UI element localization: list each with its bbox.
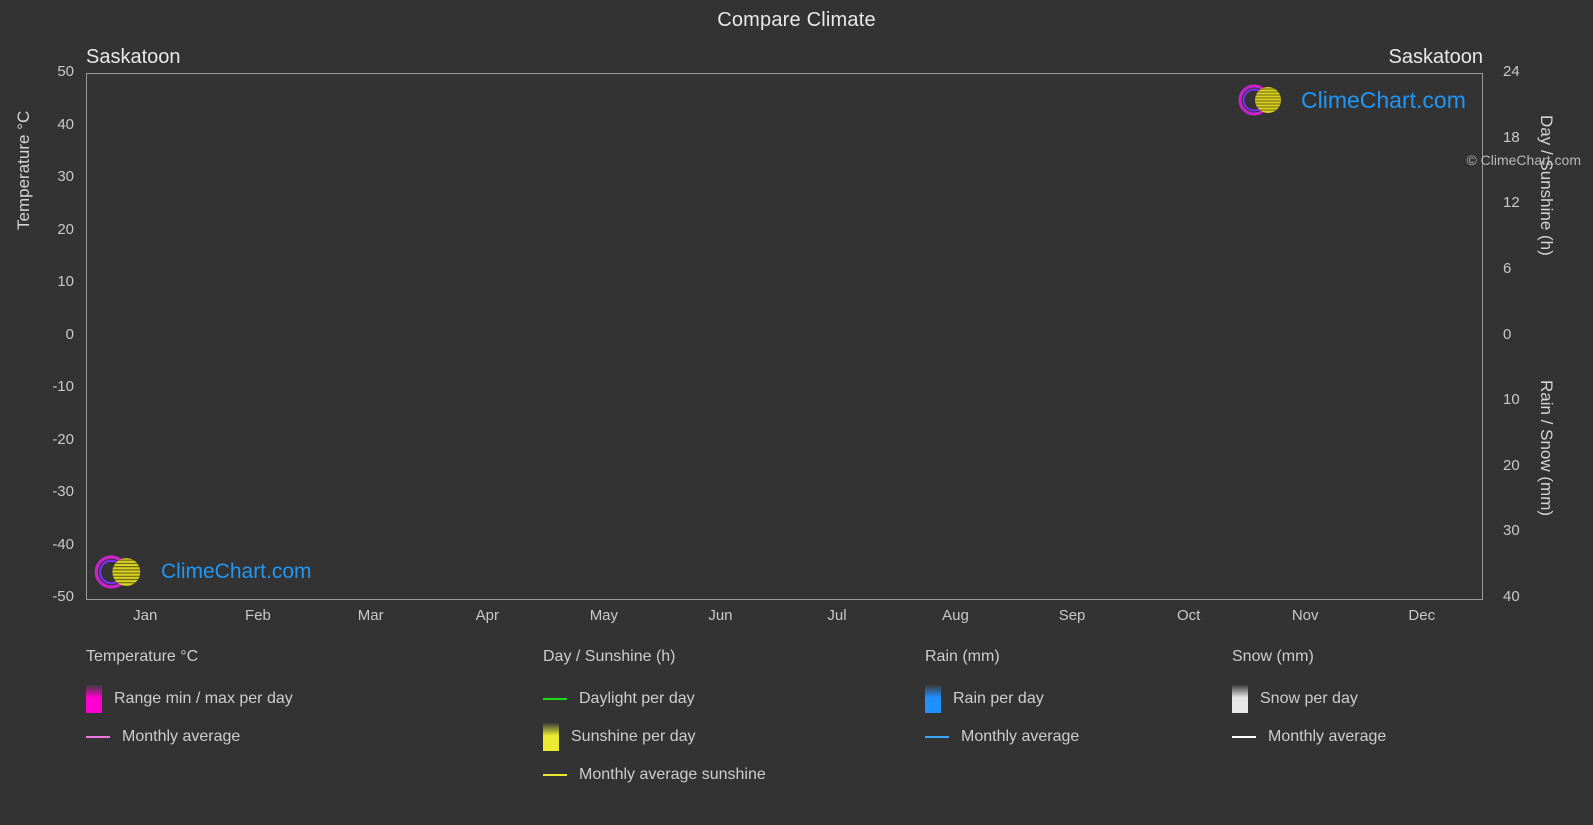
page-title: Compare Climate	[717, 9, 876, 31]
legend-swatch-line	[86, 736, 110, 738]
legend-item-label: Range min / max per day	[114, 690, 293, 707]
x-tick: Jan	[133, 607, 158, 624]
legend-item[interactable]: Monthly average	[86, 718, 293, 756]
y-tick-right: 20	[1503, 456, 1520, 474]
y-tick-left: 30	[57, 168, 74, 185]
x-tick: Sep	[1058, 607, 1086, 624]
climechart-logo-icon-2	[94, 555, 141, 589]
legend-item-label: Snow per day	[1260, 690, 1358, 707]
legend-group: Snow (mm) Snow per day Monthly average	[1232, 648, 1386, 756]
legend-swatch-line	[925, 736, 949, 738]
legend-group: Temperature °C Range min / max per day Mon…	[86, 648, 293, 756]
x-tick: Jun	[708, 607, 733, 624]
chart-legend: Temperature °C Range min / max per day Mon…	[0, 648, 1593, 825]
y-tick-left: -50	[52, 588, 74, 605]
legend-item[interactable]: Range min / max per day	[86, 680, 293, 718]
legend-swatch-box	[925, 685, 941, 713]
x-tick: Dec	[1408, 607, 1436, 624]
legend-item-label: Monthly average	[1268, 728, 1387, 745]
legend-swatch-box	[86, 685, 102, 713]
y-tick-right: 6	[1503, 259, 1512, 277]
x-tick: Apr	[475, 607, 499, 624]
legend-group: Day / Sunshine (h) Daylight per day Sunshi…	[543, 648, 766, 794]
legend-group-title: Rain (mm)	[925, 648, 1000, 665]
legend-item[interactable]: Rain per day	[925, 680, 1079, 718]
x-tick: Nov	[1291, 607, 1319, 624]
y-tick-right: 18	[1503, 128, 1520, 146]
watermark-logo-bottom: ClimeChart.com	[92, 550, 312, 594]
y-tick-right: 24	[1503, 63, 1520, 80]
legend-item[interactable]: Monthly average	[1232, 718, 1386, 756]
legend-group: Rain (mm) Rain per day Monthly average	[925, 648, 1079, 756]
x-tick: Mar	[357, 607, 384, 624]
legend-group-title: Snow (mm)	[1232, 648, 1314, 665]
watermark-text-bottom: ClimeChart.com	[161, 560, 312, 583]
y-tick-left: 40	[57, 115, 74, 133]
y-tick-left: -30	[52, 483, 74, 500]
y-tick-right: 12	[1503, 194, 1520, 212]
y-tick-right: 30	[1503, 522, 1520, 540]
y-tick-left: -40	[52, 535, 74, 553]
x-tick: May	[589, 607, 619, 624]
watermark-logo-top: ClimeChart.com	[1236, 80, 1466, 120]
legend-item[interactable]: Daylight per day	[543, 680, 766, 718]
y-tick-left: -10	[52, 378, 74, 395]
x-tick: Feb	[245, 607, 271, 624]
legend-item[interactable]: Monthly average sunshine	[543, 756, 766, 794]
y-tick-left: 10	[57, 273, 74, 290]
watermark-text-top: ClimeChart.com	[1301, 86, 1466, 113]
legend-swatch-line	[543, 698, 567, 700]
climate-chart: Compare Climate Saskatoon Saskatoon Temp…	[0, 0, 1593, 825]
legend-item-label: Monthly average sunshine	[579, 766, 766, 783]
legend-item[interactable]: Sunshine per day	[543, 718, 766, 756]
legend-swatch-line	[1232, 736, 1256, 738]
y-tick-right: 0	[1503, 325, 1512, 343]
legend-group-title: Day / Sunshine (h)	[543, 648, 676, 665]
plot-area	[86, 73, 1483, 600]
legend-item-label: Daylight per day	[579, 690, 695, 707]
x-tick: Jul	[827, 607, 847, 624]
y-tick-right: 40	[1503, 588, 1520, 605]
legend-item[interactable]: Snow per day	[1232, 680, 1386, 718]
legend-group-title: Temperature °C	[86, 648, 199, 665]
y-tick-left: 20	[57, 220, 74, 238]
climechart-logo-icon	[1238, 84, 1281, 116]
legend-item-label: Monthly average	[961, 728, 1080, 745]
y-tick-left: 0	[65, 325, 74, 343]
x-tick: Oct	[1176, 607, 1201, 624]
copyright-text: © ClimeChart.com	[1466, 152, 1581, 168]
legend-swatch-box	[543, 723, 559, 751]
legend-item-label: Rain per day	[953, 690, 1044, 707]
legend-item-label: Monthly average	[122, 728, 241, 745]
legend-swatch-line	[543, 774, 567, 776]
legend-item[interactable]: Monthly average	[925, 718, 1079, 756]
legend-swatch-box	[1232, 685, 1248, 713]
city-label-right: Saskatoon	[1388, 46, 1483, 68]
y-tick-right: 10	[1503, 391, 1520, 409]
legend-item-label: Sunshine per day	[571, 728, 696, 745]
x-tick: Aug	[942, 607, 969, 624]
city-label-left: Saskatoon	[86, 46, 181, 68]
y-tick-left: -20	[52, 430, 74, 448]
y-tick-left: 50	[57, 63, 74, 80]
